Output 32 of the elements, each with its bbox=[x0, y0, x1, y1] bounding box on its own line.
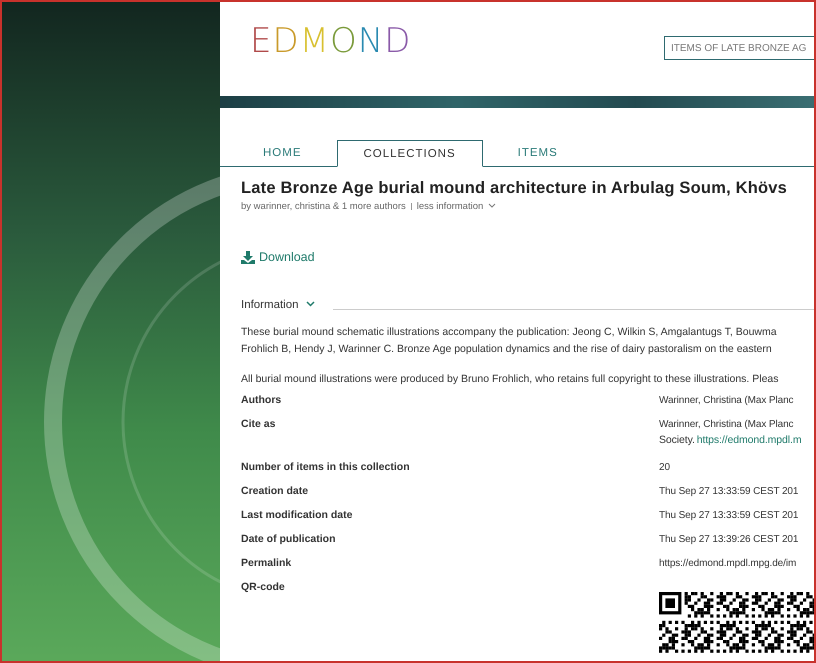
download-icon bbox=[241, 250, 255, 264]
field-label: Authors bbox=[241, 392, 282, 408]
field-value: Thu Sep 27 13:39:26 CEST 201 bbox=[659, 532, 798, 546]
collection-title: Late Bronze Age burial mound architecture in Arbulag Soum, Khövs bbox=[241, 179, 788, 198]
description-text: Frohlich B, Hendy J, Warinner C. Bronze Age population dynamics and the rise of dairy pastoralism on the eastern bbox=[241, 342, 773, 356]
search-field[interactable]: ITEMS OF LATE BRONZE AG bbox=[664, 36, 814, 60]
author-byline: by warinner, christina & 1 more authors bbox=[241, 201, 406, 212]
field-value: https://edmond.mpdl.mpg.de/im bbox=[659, 556, 796, 570]
citation-text: Warinner, Christina (Max Planc bbox=[659, 418, 794, 432]
field-label: Cite as bbox=[241, 416, 276, 432]
field-value: Thu Sep 27 13:33:59 CEST 201 bbox=[659, 508, 798, 522]
field-label: Creation date bbox=[241, 484, 310, 498]
information-toggle[interactable]: Information bbox=[241, 298, 315, 310]
field-value: Thu Sep 27 13:33:59 CEST 201 bbox=[659, 484, 798, 498]
field-label: Number of items in this collection bbox=[241, 460, 411, 474]
copyright-note: All burial mound illustrations were produced by Bruno Frohlich, who retains full copyright to these illustrations. Pleas bbox=[241, 372, 780, 386]
description-text: These burial mound schematic illustrations accompany the publication: Jeong C, Wilkin S, Amgalantugs T, Bouwma bbox=[241, 324, 778, 340]
less-information-link[interactable]: less information bbox=[416, 201, 496, 212]
nav-tab[interactable]: COLLECTIONS bbox=[336, 140, 483, 167]
nav-tab[interactable]: HOME bbox=[240, 140, 324, 166]
field-label: Last modification date bbox=[241, 508, 354, 522]
chevron-down-icon bbox=[488, 203, 496, 210]
field-label: QR-code bbox=[241, 580, 286, 594]
field-label: Permalink bbox=[241, 556, 292, 570]
chevron-down-icon bbox=[306, 301, 315, 308]
field-value: 20 bbox=[659, 460, 670, 474]
download-link[interactable]: Download bbox=[241, 250, 315, 264]
field-label: Date of publication bbox=[241, 532, 336, 546]
citation-link[interactable]: https://edmond.mpdl.m bbox=[696, 434, 802, 446]
citation-text: Society. bbox=[659, 434, 695, 446]
nav-tab[interactable]: ITEMS bbox=[494, 140, 581, 166]
field-value: Warinner, Christina (Max Planc bbox=[659, 394, 794, 408]
